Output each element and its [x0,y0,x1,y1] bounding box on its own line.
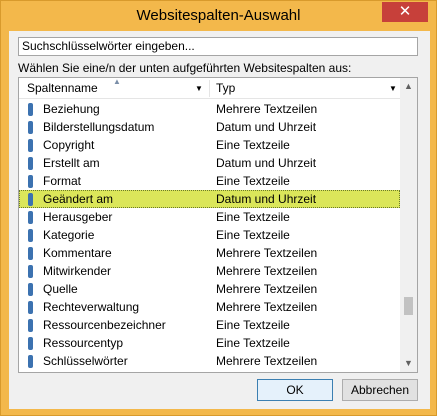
table-row[interactable]: Mitwirkender Mehrere Textzeilen [19,262,400,280]
site-column-icon [28,121,33,134]
scroll-thumb[interactable] [404,297,413,315]
site-column-icon [28,157,33,170]
table-row[interactable]: Format Eine Textzeile [19,172,400,190]
row-column-name: Erstellt am [43,156,100,170]
ok-button[interactable]: OK [257,379,333,401]
row-column-type: Eine Textzeile [216,138,290,152]
close-button[interactable]: ✕ [382,2,428,22]
row-column-name: Copyright [43,138,95,152]
row-column-type: Eine Textzeile [216,228,290,242]
site-column-icon [28,103,33,116]
site-column-icon [28,355,33,368]
list-header: ▲ Spaltenname ▼ Typ ▼ [19,78,400,99]
instruction-label: Wählen Sie eine/n der unten aufgeführten… [18,61,352,75]
site-column-icon [28,229,33,242]
site-column-icon [28,265,33,278]
filter-dropdown-icon[interactable]: ▼ [389,85,397,93]
site-column-icon [28,247,33,260]
column-divider[interactable] [209,80,210,97]
row-column-name: Ressourcenbezeichner [43,318,166,332]
row-column-name: Beziehung [43,102,100,116]
row-column-type: Mehrere Textzeilen [216,102,318,116]
row-column-name: Mitwirkender [43,264,112,278]
row-column-name: Geändert am [43,192,114,206]
row-column-type: Datum und Uhrzeit [216,156,317,170]
row-column-name: Herausgeber [43,210,113,224]
row-column-type: Eine Textzeile [216,336,290,350]
table-row[interactable]: Beziehung Mehrere Textzeilen [19,100,400,118]
row-column-type: Datum und Uhrzeit [216,192,317,206]
dialog-window: Websitespalten-Auswahl ✕ Suchschlüsselwö… [0,0,437,416]
list-rows: Beziehung Mehrere Textzeilen Bilderstellun… [19,100,400,370]
site-column-icon [28,193,33,206]
close-icon: ✕ [398,3,412,20]
table-row[interactable]: Erstellt am Datum und Uhrzeit [19,154,400,172]
row-column-name: Ressourcentyp [43,336,124,350]
row-column-type: Mehrere Textzeilen [216,282,318,296]
column-header-name[interactable]: Spaltenname [27,78,207,98]
site-column-icon [28,337,33,350]
filter-dropdown-icon[interactable]: ▼ [195,85,203,93]
row-column-type: Eine Textzeile [216,174,290,188]
row-column-name: Bilderstellungsdatum [43,120,155,134]
site-column-icon [28,139,33,152]
table-row[interactable]: Ressourcenbezeichner Eine Textzeile [19,316,400,334]
table-row[interactable]: Ressourcentyp Eine Textzeile [19,334,400,352]
dialog-body: Suchschlüsselwörter eingeben... Wählen S… [9,31,430,409]
row-column-type: Mehrere Textzeilen [216,354,318,368]
row-column-name: Quelle [43,282,78,296]
site-column-icon [28,319,33,332]
table-row[interactable]: Schlüsselwörter Mehrere Textzeilen [19,352,400,370]
title-bar[interactable]: Websitespalten-Auswahl ✕ [1,1,436,31]
row-column-type: Mehrere Textzeilen [216,300,318,314]
table-row[interactable]: Herausgeber Eine Textzeile [19,208,400,226]
table-row[interactable]: Rechteverwaltung Mehrere Textzeilen [19,298,400,316]
row-column-name: Kommentare [43,246,112,260]
column-list[interactable]: ▲ Spaltenname ▼ Typ ▼ Beziehung Mehrere T… [18,77,418,373]
site-column-icon [28,283,33,296]
scroll-down-arrow-icon[interactable]: ▼ [400,355,417,372]
table-row[interactable]: Geändert am Datum und Uhrzeit [19,190,400,208]
cancel-button[interactable]: Abbrechen [342,379,418,401]
table-row[interactable]: Bilderstellungsdatum Datum und Uhrzeit [19,118,400,136]
table-row[interactable]: Copyright Eine Textzeile [19,136,400,154]
row-column-name: Kategorie [43,228,95,242]
site-column-icon [28,175,33,188]
column-header-type[interactable]: Typ [216,78,400,98]
site-column-icon [28,211,33,224]
row-column-type: Datum und Uhrzeit [216,120,317,134]
table-row[interactable]: Quelle Mehrere Textzeilen [19,280,400,298]
row-column-name: Schlüsselwörter [43,354,128,368]
row-column-name: Format [43,174,82,188]
vertical-scrollbar[interactable]: ▲ ▼ [400,78,417,372]
table-row[interactable]: Kommentare Mehrere Textzeilen [19,244,400,262]
search-input[interactable]: Suchschlüsselwörter eingeben... [18,37,418,56]
table-row[interactable]: Kategorie Eine Textzeile [19,226,400,244]
row-column-type: Eine Textzeile [216,318,290,332]
row-column-type: Mehrere Textzeilen [216,246,318,260]
row-column-type: Eine Textzeile [216,210,290,224]
site-column-icon [28,301,33,314]
window-title: Websitespalten-Auswahl [136,7,301,24]
row-column-type: Mehrere Textzeilen [216,264,318,278]
scroll-up-arrow-icon[interactable]: ▲ [400,78,417,95]
row-column-name: Rechteverwaltung [43,300,140,314]
